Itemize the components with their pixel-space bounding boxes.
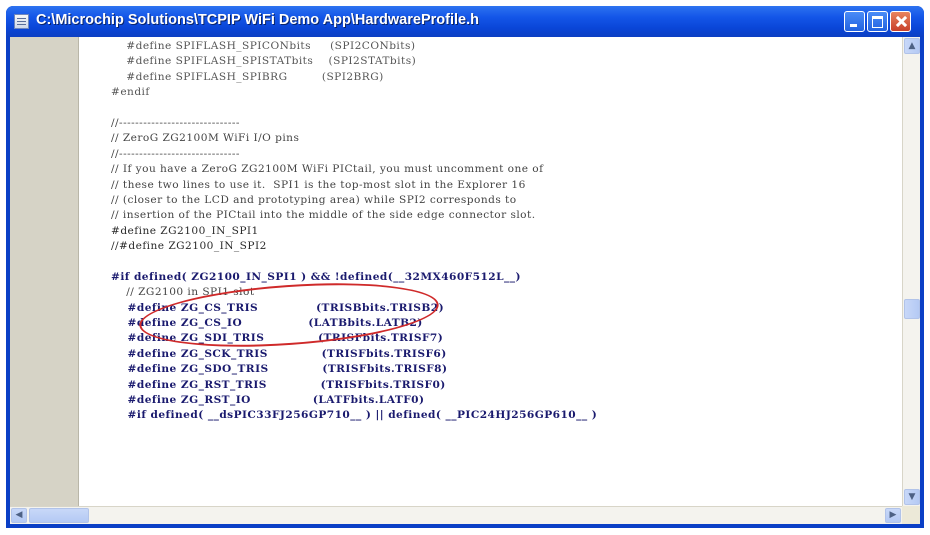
code-line[interactable]: #define ZG_SCK_TRIS (TRISFbits.TRISF6) <box>111 347 597 362</box>
document-icon[interactable] <box>14 14 29 29</box>
code-line[interactable]: #define SPIFLASH_SPICONbits (SPI2CONbits… <box>111 39 597 54</box>
vertical-scrollbar[interactable]: ▲ ▼ <box>902 37 920 506</box>
code-line[interactable]: #define ZG_RST_TRIS (TRISFbits.TRISF0) <box>111 378 597 393</box>
client-area: #define SPIFLASH_SPICONbits (SPI2CONbits… <box>10 37 920 524</box>
code-text[interactable]: #define SPIFLASH_SPICONbits (SPI2CONbits… <box>111 39 597 424</box>
code-line[interactable]: //------------------------------ <box>111 147 597 162</box>
code-line[interactable] <box>111 101 597 116</box>
code-line[interactable]: // insertion of the PICtail into the mid… <box>111 208 597 223</box>
scroll-up-button[interactable]: ▲ <box>904 38 920 54</box>
code-line[interactable]: //------------------------------ <box>111 116 597 131</box>
code-line[interactable]: // (closer to the LCD and prototyping ar… <box>111 193 597 208</box>
editor-window: C:\Microchip Solutions\TCPIP WiFi Demo A… <box>6 6 924 528</box>
vertical-scroll-thumb[interactable] <box>904 299 920 319</box>
scroll-down-button[interactable]: ▼ <box>904 489 920 505</box>
size-grip <box>902 506 920 524</box>
window-title: C:\Microchip Solutions\TCPIP WiFi Demo A… <box>36 12 479 28</box>
code-line[interactable]: #if defined( __dsPIC33FJ256GP710__ ) || … <box>111 408 597 423</box>
code-line[interactable]: #define ZG2100_IN_SPI1 <box>111 224 597 239</box>
code-line[interactable]: #define SPIFLASH_SPIBRG (SPI2BRG) <box>111 70 597 85</box>
code-line[interactable]: // If you have a ZeroG ZG2100M WiFi PICt… <box>111 162 597 177</box>
title-bar[interactable]: C:\Microchip Solutions\TCPIP WiFi Demo A… <box>6 6 924 37</box>
code-line[interactable]: #define ZG_RST_IO (LATFbits.LATF0) <box>111 393 597 408</box>
code-editor[interactable]: #define SPIFLASH_SPICONbits (SPI2CONbits… <box>79 37 902 506</box>
horizontal-scrollbar[interactable]: ◀ ▶ <box>10 506 920 524</box>
code-line[interactable]: #define ZG_SDO_TRIS (TRISFbits.TRISF8) <box>111 362 597 377</box>
code-line[interactable] <box>111 254 597 269</box>
editor-gutter <box>10 37 79 506</box>
minimize-button[interactable] <box>844 11 865 32</box>
code-line[interactable]: // these two lines to use it. SPI1 is th… <box>111 178 597 193</box>
maximize-button[interactable] <box>867 11 888 32</box>
code-line[interactable]: #endif <box>111 85 597 100</box>
horizontal-scroll-thumb[interactable] <box>29 508 89 523</box>
scroll-right-button[interactable]: ▶ <box>885 508 901 523</box>
scroll-left-button[interactable]: ◀ <box>11 508 27 523</box>
code-line[interactable]: #define SPIFLASH_SPISTATbits (SPI2STATbi… <box>111 54 597 69</box>
close-button[interactable] <box>890 11 911 32</box>
code-line[interactable]: //#define ZG2100_IN_SPI2 <box>111 239 597 254</box>
code-line[interactable]: // ZeroG ZG2100M WiFi I/O pins <box>111 131 597 146</box>
